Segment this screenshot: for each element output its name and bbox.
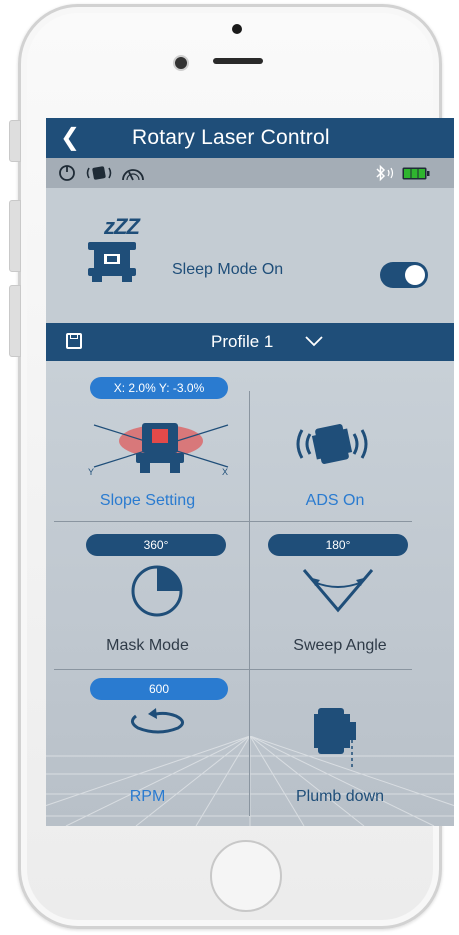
camera-sensor-icon — [232, 24, 242, 34]
laser-device-icon — [86, 166, 112, 180]
mask-pie-icon — [131, 565, 183, 617]
chevron-left-icon[interactable]: ❮ — [60, 125, 80, 151]
speedometer-icon — [122, 169, 144, 181]
ads-tile[interactable]: ADS On — [250, 361, 454, 521]
home-button[interactable] — [210, 840, 282, 912]
slope-values-badge: X: 2.0% Y: -3.0% — [90, 377, 228, 399]
navigation-bar: ❮ Rotary Laser Control — [46, 118, 454, 158]
bluetooth-icon — [376, 164, 394, 182]
plumb-down-label: Plumb down — [295, 788, 385, 805]
save-icon[interactable] — [66, 333, 82, 349]
sweep-angle-tile[interactable]: 180° Sweep Angle — [250, 522, 454, 669]
rpm-label: RPM — [129, 788, 166, 805]
profile-name: Profile 1 — [211, 332, 274, 351]
rotation-arrow-icon — [131, 708, 184, 734]
sleep-mode-label: Sleep Mode On — [172, 261, 284, 278]
ads-laser-icon — [296, 424, 368, 464]
app-screen: ❮ Rotary Laser Control zZZ Sleep Mode On… — [46, 118, 454, 826]
toggle-knob — [405, 265, 425, 285]
sweep-angle-label: Sweep Angle — [293, 637, 387, 654]
slope-y-axis-label: Y — [88, 467, 95, 477]
volume-down-button — [9, 285, 21, 357]
sleep-mode-toggle[interactable] — [380, 262, 428, 288]
earpiece-speaker — [213, 58, 263, 64]
mask-mode-tile[interactable]: 360° Mask Mode — [46, 522, 249, 669]
device-status-bar — [46, 158, 454, 188]
sweep-degree-badge: 180° — [268, 534, 408, 556]
slope-laser-icon — [93, 423, 229, 473]
chevron-down-icon[interactable] — [304, 333, 324, 349]
sleeping-laser-icon — [88, 242, 136, 282]
settings-grid: X: 2.0% Y: -3.0% Y X Slope Setting ADS O… — [46, 361, 454, 826]
slope-setting-tile[interactable]: X: 2.0% Y: -3.0% Y X Slope Setting — [46, 361, 249, 521]
page-title: Rotary Laser Control — [132, 126, 330, 149]
power-icon — [59, 165, 75, 181]
rpm-value-badge: 600 — [90, 678, 228, 700]
front-camera-icon — [173, 55, 189, 71]
slope-x-axis-label: X — [222, 467, 229, 477]
plumb-down-tile[interactable]: Plumb down — [250, 670, 454, 826]
slope-setting-label: Slope Setting — [99, 492, 196, 509]
mask-mode-label: Mask Mode — [106, 637, 189, 654]
plumb-down-icon — [314, 708, 356, 768]
profile-selector-bar[interactable]: Profile 1 — [46, 323, 454, 361]
mask-degree-badge: 360° — [86, 534, 226, 556]
sweep-angle-icon — [302, 569, 374, 613]
rpm-tile[interactable]: 600 RPM — [46, 670, 249, 826]
mute-switch — [9, 120, 21, 162]
ads-label: ADS On — [305, 492, 365, 509]
volume-up-button — [9, 200, 21, 272]
battery-icon — [402, 167, 430, 180]
